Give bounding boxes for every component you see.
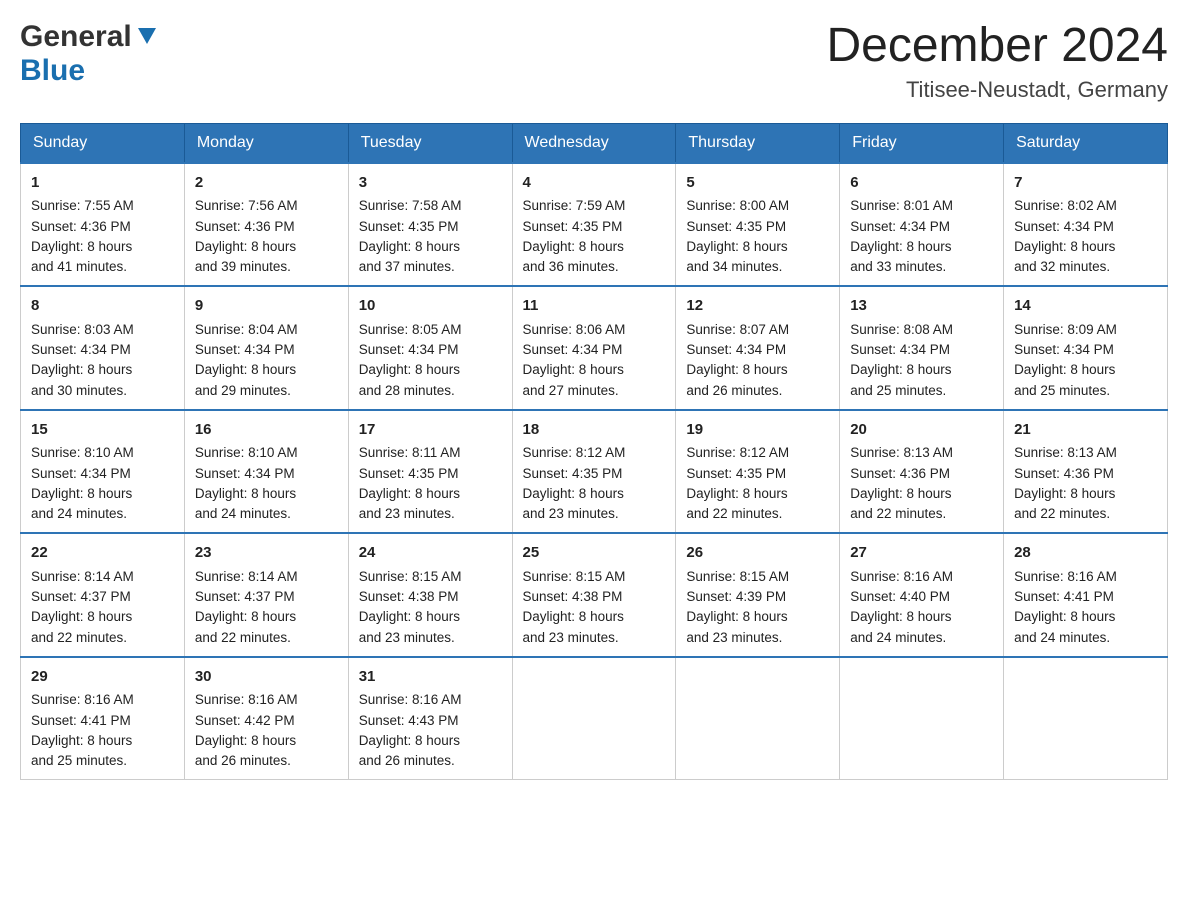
calendar-cell: 7Sunrise: 8:02 AMSunset: 4:34 PMDaylight… bbox=[1004, 163, 1168, 287]
calendar-header-saturday: Saturday bbox=[1004, 123, 1168, 163]
calendar-week-row: 8Sunrise: 8:03 AMSunset: 4:34 PMDaylight… bbox=[21, 286, 1168, 410]
day-number: 14 bbox=[1014, 295, 1157, 318]
day-number: 5 bbox=[686, 172, 829, 195]
location-title: Titisee-Neustadt, Germany bbox=[826, 77, 1168, 103]
day-number: 13 bbox=[850, 295, 993, 318]
calendar-cell: 1Sunrise: 7:55 AMSunset: 4:36 PMDaylight… bbox=[21, 163, 185, 287]
calendar-cell: 30Sunrise: 8:16 AMSunset: 4:42 PMDayligh… bbox=[184, 657, 348, 780]
calendar-week-row: 22Sunrise: 8:14 AMSunset: 4:37 PMDayligh… bbox=[21, 533, 1168, 657]
calendar-cell: 21Sunrise: 8:13 AMSunset: 4:36 PMDayligh… bbox=[1004, 410, 1168, 534]
calendar-cell: 17Sunrise: 8:11 AMSunset: 4:35 PMDayligh… bbox=[348, 410, 512, 534]
calendar-cell: 27Sunrise: 8:16 AMSunset: 4:40 PMDayligh… bbox=[840, 533, 1004, 657]
day-number: 16 bbox=[195, 419, 338, 442]
calendar-header-thursday: Thursday bbox=[676, 123, 840, 163]
calendar-week-row: 29Sunrise: 8:16 AMSunset: 4:41 PMDayligh… bbox=[21, 657, 1168, 780]
calendar-table: SundayMondayTuesdayWednesdayThursdayFrid… bbox=[20, 123, 1168, 781]
calendar-cell: 11Sunrise: 8:06 AMSunset: 4:34 PMDayligh… bbox=[512, 286, 676, 410]
calendar-header-monday: Monday bbox=[184, 123, 348, 163]
day-number: 3 bbox=[359, 172, 502, 195]
calendar-cell: 13Sunrise: 8:08 AMSunset: 4:34 PMDayligh… bbox=[840, 286, 1004, 410]
title-section: December 2024 Titisee-Neustadt, Germany bbox=[826, 20, 1168, 103]
logo-general-text: General bbox=[20, 20, 132, 54]
day-number: 22 bbox=[31, 542, 174, 565]
calendar-cell: 29Sunrise: 8:16 AMSunset: 4:41 PMDayligh… bbox=[21, 657, 185, 780]
calendar-cell: 26Sunrise: 8:15 AMSunset: 4:39 PMDayligh… bbox=[676, 533, 840, 657]
calendar-cell: 9Sunrise: 8:04 AMSunset: 4:34 PMDaylight… bbox=[184, 286, 348, 410]
day-number: 8 bbox=[31, 295, 174, 318]
calendar-cell: 2Sunrise: 7:56 AMSunset: 4:36 PMDaylight… bbox=[184, 163, 348, 287]
day-number: 7 bbox=[1014, 172, 1157, 195]
calendar-cell: 19Sunrise: 8:12 AMSunset: 4:35 PMDayligh… bbox=[676, 410, 840, 534]
logo-arrow-icon bbox=[136, 24, 158, 51]
calendar-cell: 10Sunrise: 8:05 AMSunset: 4:34 PMDayligh… bbox=[348, 286, 512, 410]
day-number: 21 bbox=[1014, 419, 1157, 442]
calendar-cell bbox=[1004, 657, 1168, 780]
calendar-cell: 12Sunrise: 8:07 AMSunset: 4:34 PMDayligh… bbox=[676, 286, 840, 410]
calendar-cell: 23Sunrise: 8:14 AMSunset: 4:37 PMDayligh… bbox=[184, 533, 348, 657]
calendar-cell: 5Sunrise: 8:00 AMSunset: 4:35 PMDaylight… bbox=[676, 163, 840, 287]
calendar-cell: 22Sunrise: 8:14 AMSunset: 4:37 PMDayligh… bbox=[21, 533, 185, 657]
day-number: 19 bbox=[686, 419, 829, 442]
calendar-header-sunday: Sunday bbox=[21, 123, 185, 163]
calendar-cell: 8Sunrise: 8:03 AMSunset: 4:34 PMDaylight… bbox=[21, 286, 185, 410]
logo-blue-text: Blue bbox=[20, 54, 85, 87]
day-number: 29 bbox=[31, 666, 174, 689]
day-number: 28 bbox=[1014, 542, 1157, 565]
calendar-cell: 25Sunrise: 8:15 AMSunset: 4:38 PMDayligh… bbox=[512, 533, 676, 657]
calendar-cell bbox=[676, 657, 840, 780]
day-number: 6 bbox=[850, 172, 993, 195]
day-number: 9 bbox=[195, 295, 338, 318]
calendar-week-row: 1Sunrise: 7:55 AMSunset: 4:36 PMDaylight… bbox=[21, 163, 1168, 287]
month-title: December 2024 bbox=[826, 20, 1168, 73]
calendar-cell: 3Sunrise: 7:58 AMSunset: 4:35 PMDaylight… bbox=[348, 163, 512, 287]
page-header: General Blue December 2024 Titisee-Neust… bbox=[20, 20, 1168, 103]
calendar-cell: 28Sunrise: 8:16 AMSunset: 4:41 PMDayligh… bbox=[1004, 533, 1168, 657]
day-number: 23 bbox=[195, 542, 338, 565]
calendar-header-row: SundayMondayTuesdayWednesdayThursdayFrid… bbox=[21, 123, 1168, 163]
day-number: 25 bbox=[523, 542, 666, 565]
calendar-cell: 20Sunrise: 8:13 AMSunset: 4:36 PMDayligh… bbox=[840, 410, 1004, 534]
day-number: 10 bbox=[359, 295, 502, 318]
day-number: 12 bbox=[686, 295, 829, 318]
day-number: 20 bbox=[850, 419, 993, 442]
day-number: 31 bbox=[359, 666, 502, 689]
calendar-cell: 31Sunrise: 8:16 AMSunset: 4:43 PMDayligh… bbox=[348, 657, 512, 780]
calendar-week-row: 15Sunrise: 8:10 AMSunset: 4:34 PMDayligh… bbox=[21, 410, 1168, 534]
calendar-header-tuesday: Tuesday bbox=[348, 123, 512, 163]
day-number: 11 bbox=[523, 295, 666, 318]
calendar-cell bbox=[840, 657, 1004, 780]
day-number: 15 bbox=[31, 419, 174, 442]
day-number: 1 bbox=[31, 172, 174, 195]
day-number: 30 bbox=[195, 666, 338, 689]
calendar-header-wednesday: Wednesday bbox=[512, 123, 676, 163]
calendar-header-friday: Friday bbox=[840, 123, 1004, 163]
calendar-cell: 15Sunrise: 8:10 AMSunset: 4:34 PMDayligh… bbox=[21, 410, 185, 534]
calendar-cell: 4Sunrise: 7:59 AMSunset: 4:35 PMDaylight… bbox=[512, 163, 676, 287]
calendar-cell: 14Sunrise: 8:09 AMSunset: 4:34 PMDayligh… bbox=[1004, 286, 1168, 410]
day-number: 4 bbox=[523, 172, 666, 195]
calendar-cell: 18Sunrise: 8:12 AMSunset: 4:35 PMDayligh… bbox=[512, 410, 676, 534]
calendar-cell: 6Sunrise: 8:01 AMSunset: 4:34 PMDaylight… bbox=[840, 163, 1004, 287]
calendar-cell bbox=[512, 657, 676, 780]
day-number: 24 bbox=[359, 542, 502, 565]
day-number: 26 bbox=[686, 542, 829, 565]
calendar-cell: 24Sunrise: 8:15 AMSunset: 4:38 PMDayligh… bbox=[348, 533, 512, 657]
logo: General Blue bbox=[20, 20, 158, 88]
day-number: 18 bbox=[523, 419, 666, 442]
calendar-cell: 16Sunrise: 8:10 AMSunset: 4:34 PMDayligh… bbox=[184, 410, 348, 534]
day-number: 17 bbox=[359, 419, 502, 442]
day-number: 27 bbox=[850, 542, 993, 565]
day-number: 2 bbox=[195, 172, 338, 195]
